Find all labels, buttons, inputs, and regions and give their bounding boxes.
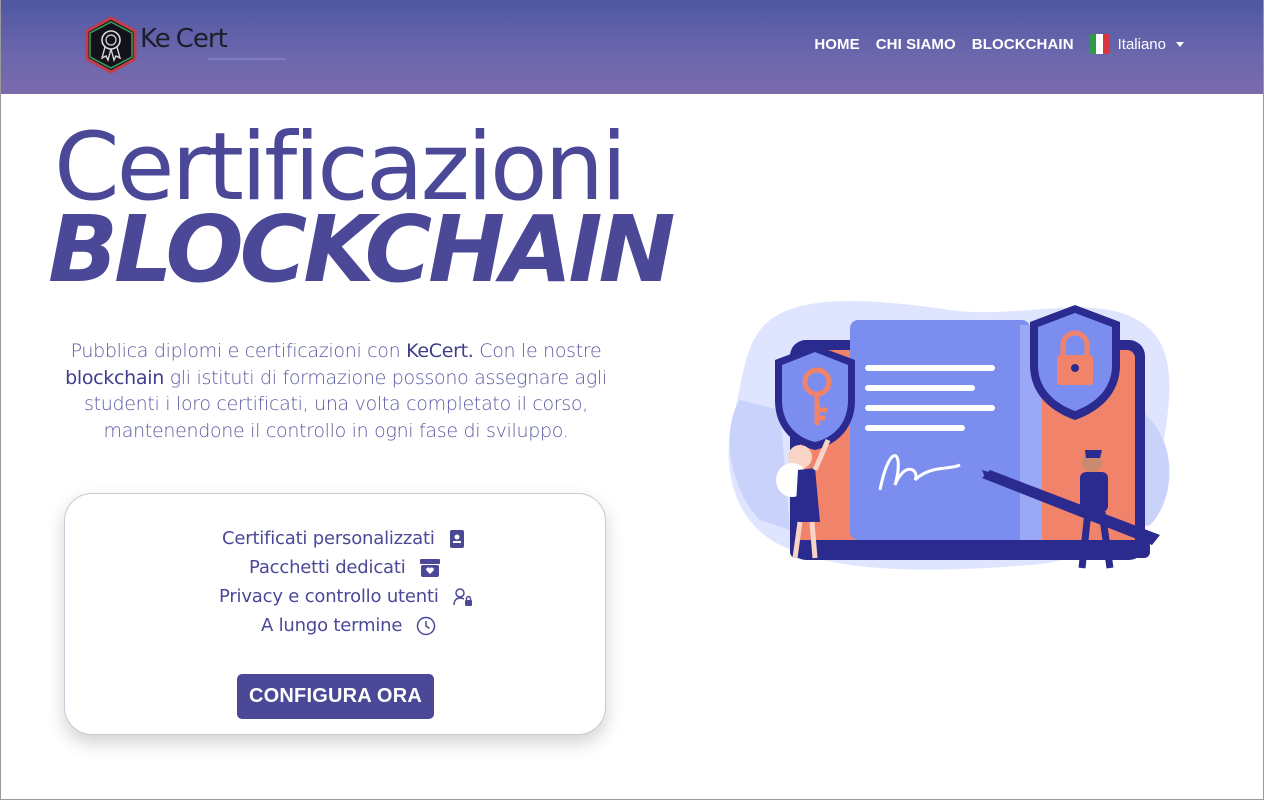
features-card: Certificati personalizzati Pacchetti ded… — [64, 493, 606, 735]
intro-part1: Pubblica diplomi e certificazioni con — [70, 340, 407, 362]
intro-keyword: blockchain — [65, 366, 164, 389]
blockchain-certificate-illustration — [728, 301, 1170, 570]
configure-now-button[interactable]: CONFIGURA ORA — [237, 674, 434, 719]
language-dropdown[interactable]: Italiano — [1089, 34, 1184, 54]
intro-part2: Con le nostre — [473, 340, 602, 362]
italy-flag-icon — [1089, 34, 1110, 54]
user-lock-icon — [452, 587, 472, 606]
hero-title-line2: BLOCKCHAIN — [48, 196, 676, 303]
feature-item-certificates: Certificati personalizzati — [222, 528, 465, 549]
chevron-down-icon — [1176, 41, 1184, 47]
feature-label: A lungo termine — [261, 615, 403, 636]
language-label: Italiano — [1117, 35, 1166, 53]
feature-label: Privacy e controllo utenti — [219, 586, 439, 607]
clock-icon — [417, 616, 436, 635]
nav-about-link[interactable]: CHI SIAMO — [876, 36, 956, 53]
feature-label: Certificati personalizzati — [222, 528, 435, 549]
nav-home-link[interactable]: HOME — [814, 36, 859, 53]
logo-text-ke: Ke — [140, 24, 171, 54]
intro-brand: KeCert. — [406, 340, 474, 362]
hero-intro: Pubblica diplomi e certificazioni con Ke… — [40, 338, 632, 444]
feature-item-packages: Pacchetti dedicati — [249, 557, 440, 578]
top-navbar: Ke Cert HOME CHI SIAMO BLOCKCHAIN Italian… — [0, 0, 1264, 94]
logo-text-cert: Cert — [175, 24, 228, 54]
package-heart-icon — [419, 558, 440, 577]
logo-hex-icon — [85, 16, 137, 74]
feature-label: Pacchetti dedicati — [249, 557, 406, 578]
kecert-logo[interactable]: Ke Cert — [84, 16, 286, 74]
certificate-icon — [449, 529, 464, 548]
nav-blockchain-link[interactable]: BLOCKCHAIN — [972, 36, 1074, 53]
feature-item-privacy: Privacy e controllo utenti — [219, 586, 473, 607]
feature-item-long-term: A lungo termine — [261, 615, 436, 636]
logo-underline — [208, 58, 286, 60]
main-nav: HOME CHI SIAMO BLOCKCHAIN Italiano — [814, 34, 1184, 54]
logo-text: Ke Cert — [140, 24, 286, 60]
